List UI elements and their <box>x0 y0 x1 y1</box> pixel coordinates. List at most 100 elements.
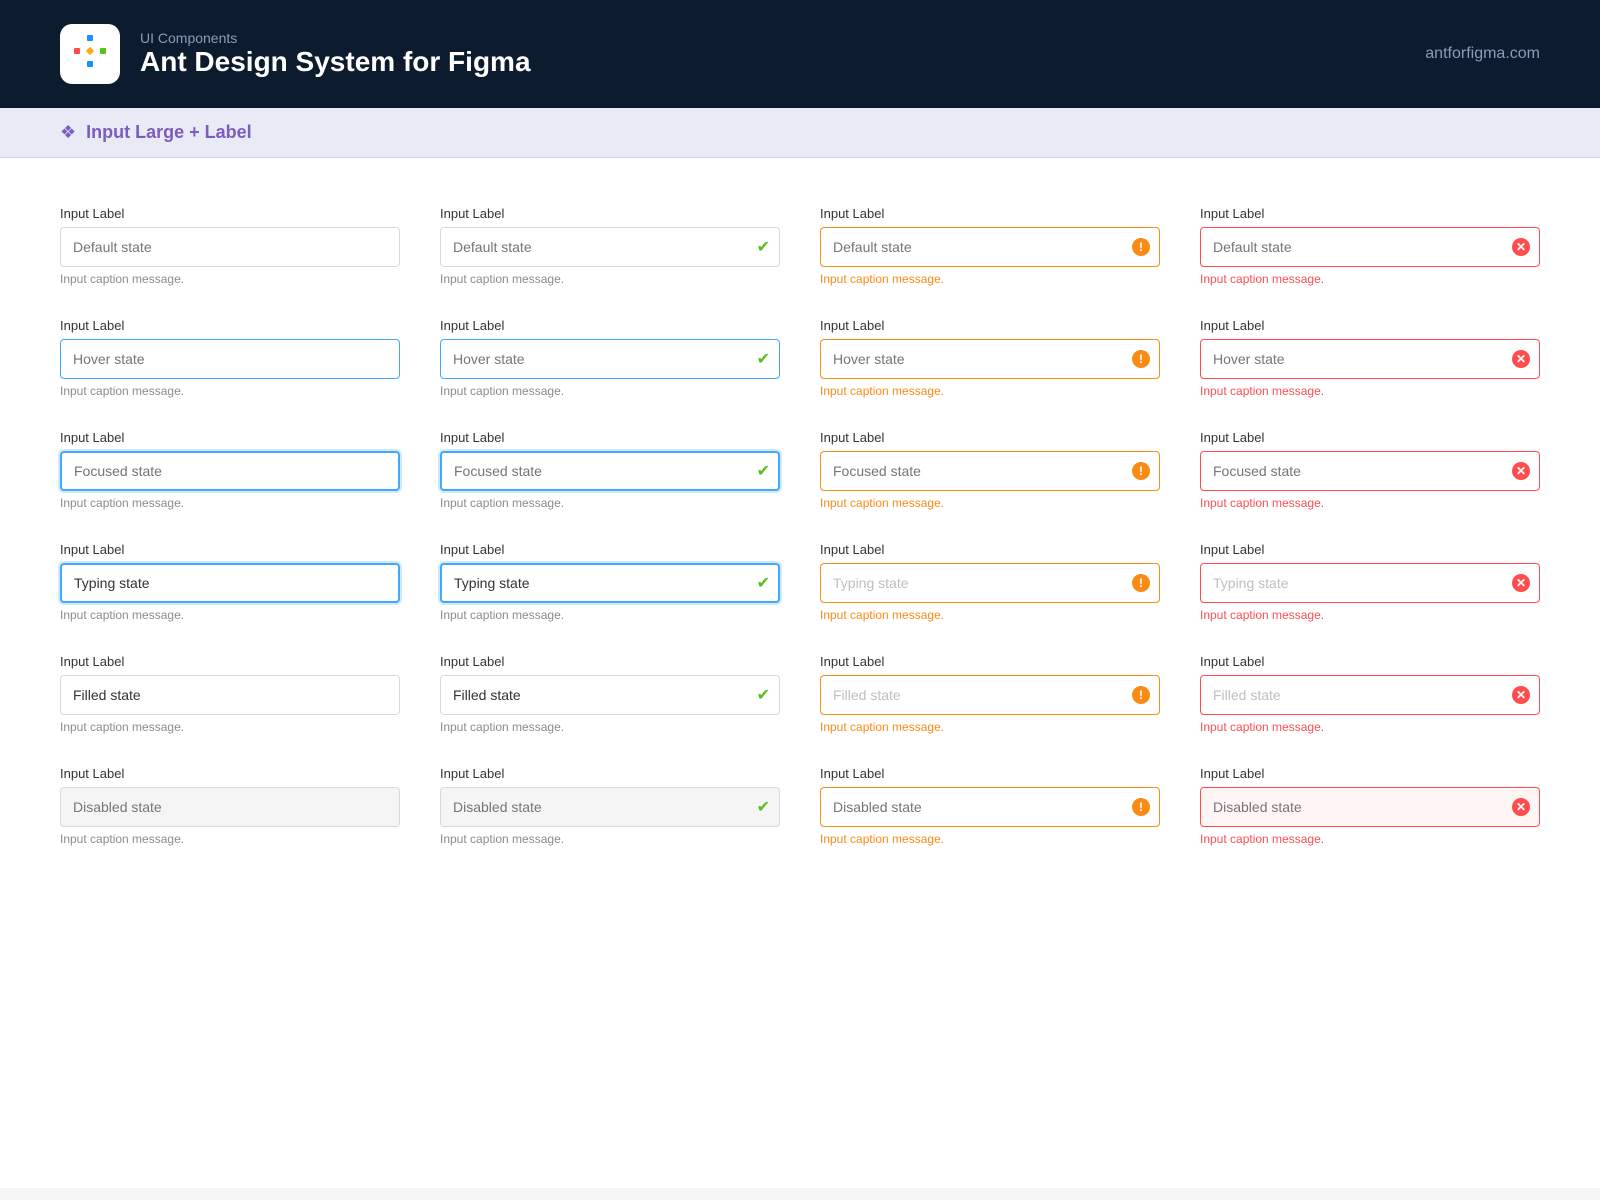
input-default-disabled <box>60 787 400 827</box>
input-wrapper: ! <box>820 563 1160 603</box>
input-success-hover[interactable] <box>440 339 780 379</box>
input-caption: Input caption message. <box>60 608 400 622</box>
error-icon: ✕ <box>1512 350 1530 368</box>
input-success-typing[interactable] <box>440 563 780 603</box>
input-warning-filled[interactable] <box>820 675 1160 715</box>
input-success-filled[interactable] <box>440 675 780 715</box>
logo-icon <box>72 33 108 76</box>
input-wrapper: ✔ <box>440 451 780 491</box>
input-warning-hover[interactable] <box>820 339 1160 379</box>
input-caption: Input caption message. <box>60 720 400 734</box>
input-group-error-filled: Input Label✕Input caption message. <box>1200 654 1540 734</box>
input-caption: Input caption message. <box>820 608 1160 622</box>
input-default-focused[interactable] <box>60 451 400 491</box>
input-label: Input Label <box>1200 206 1540 221</box>
input-wrapper: ✔ <box>440 339 780 379</box>
input-error-focused[interactable] <box>1200 451 1540 491</box>
success-icon: ✔ <box>757 237 770 257</box>
input-group-default-focused: Input LabelInput caption message. <box>60 430 400 510</box>
input-label: Input Label <box>1200 766 1540 781</box>
input-label: Input Label <box>440 766 780 781</box>
input-grid: Input LabelInput caption message.Input L… <box>60 206 1540 878</box>
input-caption: Input caption message. <box>820 384 1160 398</box>
input-wrapper <box>60 563 400 603</box>
input-default-typing[interactable] <box>60 563 400 603</box>
success-icon: ✔ <box>757 461 770 481</box>
input-error-default[interactable] <box>1200 227 1540 267</box>
success-icon: ✔ <box>757 797 770 817</box>
input-group-warning-hover: Input Label! Input caption message. <box>820 318 1160 398</box>
input-label: Input Label <box>820 766 1160 781</box>
input-success-default[interactable] <box>440 227 780 267</box>
input-caption: Input caption message. <box>440 608 780 622</box>
input-warning-typing[interactable] <box>820 563 1160 603</box>
input-caption: Input caption message. <box>1200 384 1540 398</box>
input-group-default-filled: Input Label Input caption message. <box>60 654 400 734</box>
input-caption: Input caption message. <box>60 272 400 286</box>
input-caption: Input caption message. <box>820 832 1160 846</box>
input-group-error-focused: Input Label✕Input caption message. <box>1200 430 1540 510</box>
input-group-error-hover: Input Label✕Input caption message. <box>1200 318 1540 398</box>
input-label: Input Label <box>1200 430 1540 445</box>
error-icon: ✕ <box>1512 238 1530 256</box>
column-success: Input Label ✔ Input caption message. Input … <box>440 206 780 878</box>
input-caption: Input caption message. <box>440 720 780 734</box>
input-caption: Input caption message. <box>60 832 400 846</box>
input-warning-focused[interactable] <box>820 451 1160 491</box>
input-group-success-typing: Input Label✔Input caption message. <box>440 542 780 622</box>
input-default-hover[interactable] <box>60 339 400 379</box>
input-label: Input Label <box>820 430 1160 445</box>
input-wrapper: ✕ <box>1200 563 1540 603</box>
input-group-success-hover: Input Label✔Input caption message. <box>440 318 780 398</box>
input-error-disabled <box>1200 787 1540 827</box>
input-label: Input Label <box>60 318 400 333</box>
input-default-filled[interactable] <box>60 675 400 715</box>
input-group-success-disabled: Input Label ✔ Input caption message. <box>440 766 780 846</box>
input-caption: Input caption message. <box>440 832 780 846</box>
success-icon: ✔ <box>757 685 770 705</box>
section-bar: ❖ Input Large + Label <box>0 108 1600 158</box>
input-group-warning-disabled: Input Label! Input caption message. <box>820 766 1160 846</box>
header-url: antforfigma.com <box>1425 45 1540 63</box>
header-title: Ant Design System for Figma <box>140 46 531 78</box>
input-label: Input Label <box>820 542 1160 557</box>
error-icon: ✕ <box>1512 686 1530 704</box>
input-warning-disabled <box>820 787 1160 827</box>
input-label: Input Label <box>60 654 400 669</box>
input-label: Input Label <box>820 318 1160 333</box>
input-label: Input Label <box>440 206 780 221</box>
input-caption: Input caption message. <box>820 272 1160 286</box>
input-label: Input Label <box>1200 654 1540 669</box>
input-caption: Input caption message. <box>440 496 780 510</box>
column-error: Input Label ✕ Input caption message. Input … <box>1200 206 1540 878</box>
input-caption: Input caption message. <box>1200 272 1540 286</box>
input-default-default[interactable] <box>60 227 400 267</box>
input-error-hover[interactable] <box>1200 339 1540 379</box>
input-wrapper: ✕ <box>1200 675 1540 715</box>
warning-icon: ! <box>1132 350 1150 368</box>
input-error-filled[interactable] <box>1200 675 1540 715</box>
error-icon: ✕ <box>1512 462 1530 480</box>
input-group-warning-typing: Input Label! Input caption message. <box>820 542 1160 622</box>
input-group-success-focused: Input Label✔Input caption message. <box>440 430 780 510</box>
input-warning-default[interactable] <box>820 227 1160 267</box>
warning-icon: ! <box>1132 238 1150 256</box>
input-label: Input Label <box>440 654 780 669</box>
input-caption: Input caption message. <box>820 496 1160 510</box>
input-wrapper: ✕ <box>1200 227 1540 267</box>
input-group-default-hover: Input LabelInput caption message. <box>60 318 400 398</box>
input-caption: Input caption message. <box>1200 608 1540 622</box>
input-error-typing[interactable] <box>1200 563 1540 603</box>
input-label: Input Label <box>820 206 1160 221</box>
success-icon: ✔ <box>757 573 770 593</box>
column-warning: Input Label! Input caption message. Input … <box>820 206 1160 878</box>
input-success-focused[interactable] <box>440 451 780 491</box>
warning-icon: ! <box>1132 798 1150 816</box>
input-wrapper: ✕ <box>1200 787 1540 827</box>
input-label: Input Label <box>60 430 400 445</box>
input-group-success-default: Input Label✔Input caption message. <box>440 206 780 286</box>
input-label: Input Label <box>60 206 400 221</box>
success-icon: ✔ <box>757 349 770 369</box>
input-group-success-filled: Input Label ✔ Input caption message. <box>440 654 780 734</box>
input-group-warning-focused: Input Label!Input caption message. <box>820 430 1160 510</box>
